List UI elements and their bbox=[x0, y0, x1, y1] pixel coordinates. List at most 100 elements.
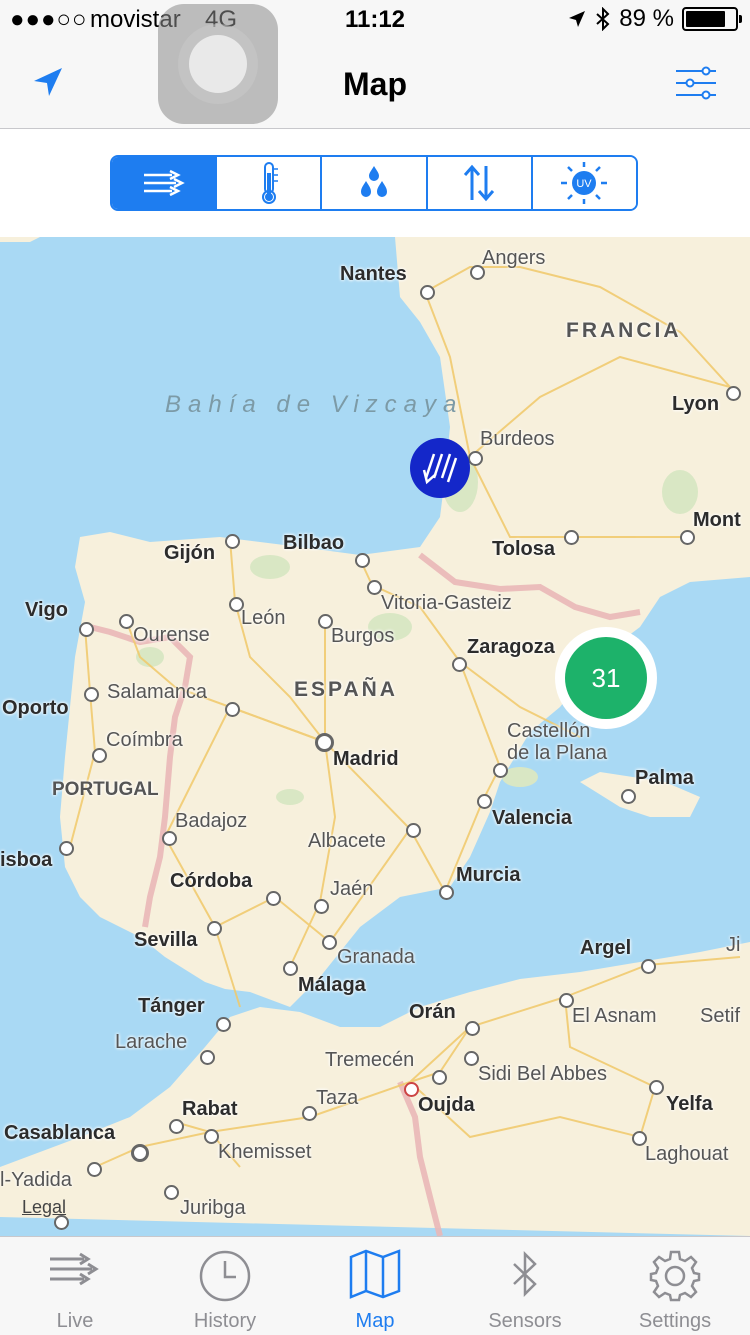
tab-label: Settings bbox=[638, 1310, 712, 1332]
city-label: Laghouat bbox=[645, 1143, 729, 1165]
measurement-segmented-control: UV bbox=[110, 155, 638, 211]
city-marker bbox=[131, 1144, 149, 1162]
wind-icon bbox=[50, 1252, 99, 1286]
city-label: Granada bbox=[337, 946, 415, 968]
measurement-selector-bar: UV bbox=[0, 129, 750, 237]
pressure-arrows-icon bbox=[464, 164, 495, 202]
city-marker bbox=[493, 763, 508, 778]
city-label: isboa bbox=[0, 849, 53, 871]
city-label: Ji bbox=[726, 934, 741, 956]
city-label: Argel bbox=[580, 937, 632, 959]
segment-humidity[interactable] bbox=[322, 157, 428, 209]
humidity-drops-icon bbox=[361, 166, 387, 197]
city-marker bbox=[367, 580, 382, 595]
city-marker bbox=[200, 1050, 215, 1065]
city-marker bbox=[87, 1162, 102, 1177]
city-marker bbox=[92, 748, 107, 763]
city-marker bbox=[355, 553, 370, 568]
assistive-touch-core bbox=[189, 35, 247, 93]
city-marker bbox=[439, 885, 454, 900]
navigation-bar: Map bbox=[0, 40, 750, 129]
wind-direction-icon bbox=[422, 453, 458, 485]
tab-label: Map bbox=[355, 1310, 395, 1332]
city-marker bbox=[641, 959, 656, 974]
city-label: León bbox=[241, 607, 286, 629]
tab-live[interactable]: Live bbox=[0, 1237, 150, 1335]
tab-settings[interactable]: Settings bbox=[600, 1237, 750, 1335]
city-label: Tánger bbox=[138, 995, 205, 1017]
city-marker bbox=[79, 622, 94, 637]
city-label: Taza bbox=[316, 1087, 359, 1109]
city-marker bbox=[465, 1021, 480, 1036]
city-marker bbox=[406, 823, 421, 838]
segment-wind[interactable] bbox=[112, 157, 218, 209]
map-view[interactable]: Bahía de Vizcaya FRANCIA ESPAÑA PORTUGAL… bbox=[0, 237, 750, 1236]
status-right: 89 % bbox=[567, 5, 742, 33]
city-label: Córdoba bbox=[170, 870, 253, 892]
city-label: Sevilla bbox=[134, 929, 198, 951]
city-label: Burgos bbox=[331, 625, 395, 647]
city-label: Ourense bbox=[133, 624, 210, 646]
city-marker bbox=[204, 1129, 219, 1144]
city-label: Vigo bbox=[25, 599, 68, 621]
tab-bar: Live History Map Sensors Settings bbox=[0, 1236, 750, 1335]
capital-marker bbox=[315, 733, 334, 752]
city-marker bbox=[452, 657, 467, 672]
city-marker bbox=[464, 1051, 479, 1066]
location-arrow-icon bbox=[569, 11, 586, 27]
map-icon bbox=[349, 1249, 401, 1299]
city-label: Yelfa bbox=[666, 1093, 713, 1115]
city-marker bbox=[564, 530, 579, 545]
city-marker bbox=[302, 1106, 317, 1121]
segment-temperature[interactable] bbox=[217, 157, 323, 209]
city-label: Coímbra bbox=[106, 729, 183, 751]
cluster-count: 31 bbox=[565, 637, 647, 719]
legal-link[interactable]: Legal bbox=[22, 1197, 66, 1218]
station-pin[interactable] bbox=[410, 438, 470, 498]
tab-history[interactable]: History bbox=[150, 1237, 300, 1335]
tab-label: Live bbox=[56, 1310, 94, 1332]
city-label: Lyon bbox=[672, 393, 720, 415]
city-label: Rabat bbox=[182, 1098, 238, 1120]
city-marker bbox=[84, 687, 99, 702]
battery-icon bbox=[682, 7, 742, 31]
city-marker bbox=[477, 794, 492, 809]
page-title: Map bbox=[343, 66, 407, 102]
city-label: Khemisset bbox=[218, 1141, 312, 1163]
city-marker bbox=[726, 386, 741, 401]
tab-label: History bbox=[193, 1310, 257, 1332]
city-label: Angers bbox=[482, 247, 546, 269]
city-marker bbox=[314, 899, 329, 914]
city-marker bbox=[649, 1080, 664, 1095]
city-marker bbox=[164, 1185, 179, 1200]
city-label: Badajoz bbox=[175, 810, 248, 832]
city-marker bbox=[216, 1017, 231, 1032]
city-label: Palma bbox=[635, 767, 694, 789]
city-label: Jaén bbox=[330, 878, 374, 900]
city-marker bbox=[207, 921, 222, 936]
city-label: Juribga bbox=[180, 1197, 246, 1219]
city-label: El Asnam bbox=[572, 1005, 657, 1027]
city-label: Oujda bbox=[418, 1094, 475, 1116]
gear-icon bbox=[649, 1250, 701, 1302]
city-marker bbox=[169, 1119, 184, 1134]
city-label: Mont bbox=[693, 509, 741, 531]
country-label: FRANCIA bbox=[566, 319, 682, 342]
filter-sliders-icon[interactable] bbox=[676, 66, 716, 100]
city-label: Madrid bbox=[333, 748, 399, 770]
city-label: Oporto bbox=[2, 697, 69, 719]
city-label: Nantes bbox=[340, 263, 407, 285]
segment-uv[interactable]: UV bbox=[532, 157, 636, 209]
segment-pressure[interactable] bbox=[427, 157, 533, 209]
city-label: Burdeos bbox=[480, 428, 555, 450]
tab-sensors[interactable]: Sensors bbox=[450, 1237, 600, 1335]
tab-map[interactable]: Map bbox=[300, 1237, 450, 1335]
city-label: Valencia bbox=[492, 807, 573, 829]
city-label: Larache bbox=[115, 1031, 188, 1053]
station-cluster[interactable]: 31 bbox=[555, 627, 657, 729]
city-label: Casablanca bbox=[4, 1122, 116, 1144]
bluetooth-icon bbox=[596, 7, 610, 31]
assistive-touch-button[interactable] bbox=[158, 4, 278, 124]
city-label: Murcia bbox=[456, 864, 521, 886]
uv-sun-icon: UV bbox=[561, 162, 608, 204]
